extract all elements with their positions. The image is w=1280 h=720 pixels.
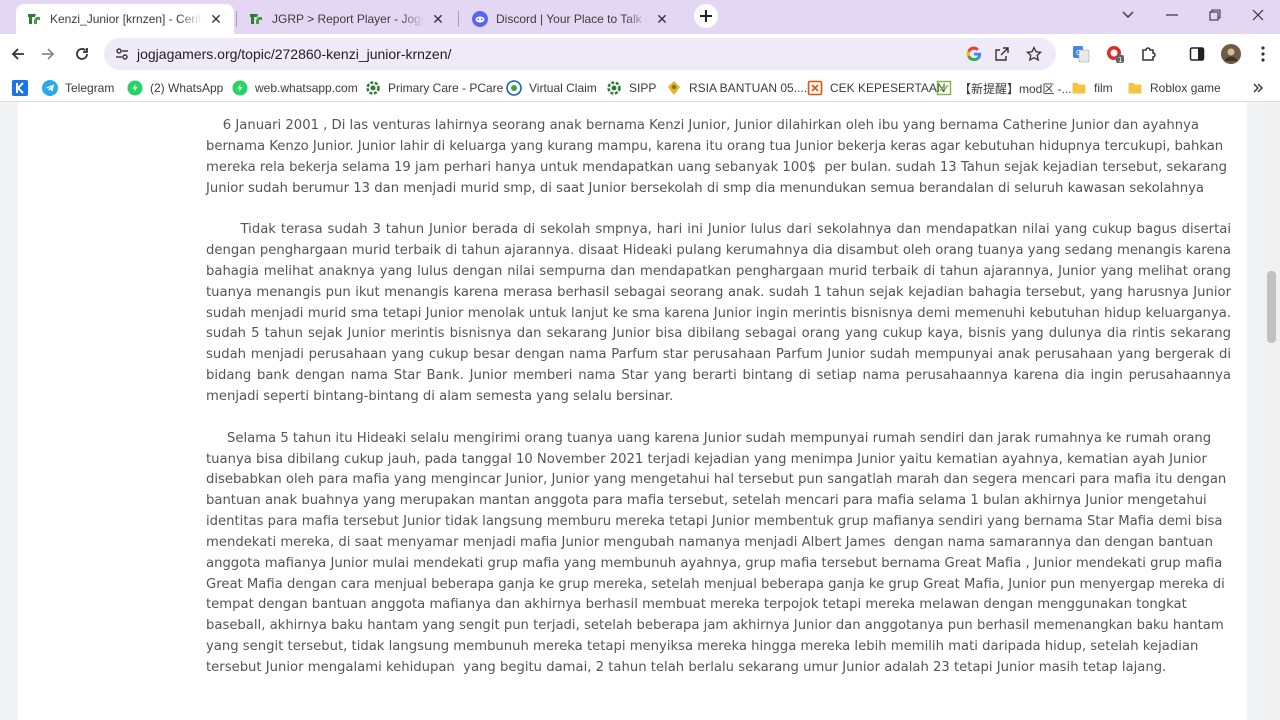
bookmark-virtual-claim[interactable]: Virtual Claim xyxy=(506,79,597,97)
bookmark-label: Virtual Claim xyxy=(529,81,597,95)
tab-jgrp-report[interactable]: JGRP > Report Player - Jogjagamers ✕ xyxy=(238,4,456,34)
bookmark-k[interactable] xyxy=(12,79,35,97)
more-menu-icon[interactable] xyxy=(1252,43,1274,65)
content-panel: 6 Januari 2001 , Di las venturas lahirny… xyxy=(18,102,1247,720)
side-panel-icon[interactable] xyxy=(1186,43,1208,65)
hospital-icon xyxy=(666,80,682,96)
whatsapp-icon xyxy=(127,80,143,96)
gear-icon xyxy=(365,80,381,96)
close-icon[interactable]: ✕ xyxy=(654,11,670,27)
bookmark-label: Telegram xyxy=(65,81,115,95)
google-icon[interactable] xyxy=(964,44,984,64)
story-paragraph: 6 Januari 2001 , Di las venturas lahirny… xyxy=(206,118,1232,196)
forum-icon xyxy=(936,80,952,96)
restore-icon xyxy=(1209,9,1221,21)
tab-separator xyxy=(236,11,237,27)
reload-button[interactable] xyxy=(68,40,96,68)
story-article: 6 Januari 2001 , Di las venturas lahirny… xyxy=(206,116,1231,700)
discord-icon xyxy=(472,11,488,27)
bookmark-label: RSIA BANTUAN 05.... xyxy=(689,81,808,95)
minimize-button[interactable] xyxy=(1150,0,1194,30)
bookmark-whatsapp[interactable]: (2) WhatsApp xyxy=(127,79,223,97)
bookmarks-bar: Telegram (2) WhatsApp web.whatsapp.com P… xyxy=(0,74,1280,102)
svg-text:1: 1 xyxy=(1118,56,1122,64)
bookmark-mod-forum[interactable]: 【新提醒】mod区 -... xyxy=(936,79,1072,97)
bookmark-cek-kepesertaan[interactable]: CEK KEPESERTAAN xyxy=(807,79,946,97)
reload-icon xyxy=(76,48,88,60)
bookmark-label: (2) WhatsApp xyxy=(150,81,224,95)
tab-title: Discord | Your Place to Talk and Hang Ou… xyxy=(496,12,648,26)
bookmarks-overflow-button[interactable] xyxy=(1252,79,1264,97)
tab-title: Kenzi_Junior [krnzen] - Cerita Karangan xyxy=(50,12,202,26)
tab-separator xyxy=(458,11,459,27)
svg-text:G: G xyxy=(1076,49,1081,57)
extension-badge-icon[interactable]: 1 xyxy=(1104,43,1126,65)
tab-title: JGRP > Report Player - Jogjagamers xyxy=(272,12,424,26)
jgrp-icon xyxy=(26,11,42,27)
bookmark-label: CEK KEPESERTAAN xyxy=(830,81,946,95)
bookmark-rsia[interactable]: RSIA BANTUAN 05.... xyxy=(666,79,807,97)
bookmark-label: Primary Care - PCare xyxy=(388,81,504,95)
page-viewport: 6 Januari 2001 , Di las venturas lahirny… xyxy=(0,102,1280,720)
address-bar[interactable]: jogjagamers.org/topic/272860-kenzi_junio… xyxy=(104,38,1056,70)
extensions-puzzle-icon[interactable] xyxy=(1138,43,1160,65)
jgrp-icon xyxy=(248,11,264,27)
box-icon xyxy=(807,80,823,96)
bookmark-web-whatsapp[interactable]: web.whatsapp.com xyxy=(232,79,358,97)
story-paragraph: Selama 5 tahun itu Hideaki selalu mengir… xyxy=(206,430,1231,675)
close-icon[interactable]: ✕ xyxy=(208,11,224,27)
minimize-icon xyxy=(1166,14,1178,16)
bookmark-telegram[interactable]: Telegram xyxy=(42,79,114,97)
bookmark-sipp[interactable]: SIPP xyxy=(606,79,656,97)
story-paragraph: Tidak terasa sudah 3 tahun Junior berada… xyxy=(206,222,1236,404)
url-text: jogjagamers.org/topic/272860-kenzi_junio… xyxy=(137,46,452,62)
close-icon[interactable]: ✕ xyxy=(430,11,446,27)
bookmark-label: web.whatsapp.com xyxy=(255,81,358,95)
arrow-right-icon xyxy=(42,48,55,60)
vertical-scrollbar[interactable] xyxy=(1263,102,1280,720)
close-icon xyxy=(1252,9,1264,21)
close-window-button[interactable] xyxy=(1236,0,1280,30)
plus-icon xyxy=(700,10,712,22)
tab-search-button[interactable] xyxy=(1106,0,1150,30)
tab-discord[interactable]: Discord | Your Place to Talk and Hang Ou… xyxy=(462,4,680,34)
restore-button[interactable] xyxy=(1193,0,1237,30)
translate-icon[interactable]: G xyxy=(1070,43,1092,65)
site-settings-icon[interactable] xyxy=(112,44,132,64)
k-icon xyxy=(12,80,28,96)
share-icon[interactable] xyxy=(992,44,1012,64)
bpjs-icon xyxy=(506,80,522,96)
bookmark-pcare[interactable]: Primary Care - PCare xyxy=(365,79,503,97)
folder-icon xyxy=(1071,80,1087,96)
double-chevron-right-icon xyxy=(1253,83,1263,93)
folder-icon xyxy=(1127,80,1143,96)
new-tab-button[interactable] xyxy=(694,4,718,28)
browser-toolbar: jogjagamers.org/topic/272860-kenzi_junio… xyxy=(0,34,1280,74)
avatar[interactable] xyxy=(1220,43,1242,65)
bookmark-label: 【新提醒】mod区 -... xyxy=(959,81,1072,96)
whatsapp-icon xyxy=(232,80,248,96)
tab-strip: Kenzi_Junior [krnzen] - Cerita Karangan … xyxy=(0,0,1280,34)
telegram-icon xyxy=(42,80,58,96)
bookmark-folder-roblox[interactable]: Roblox game xyxy=(1127,79,1221,97)
bookmark-star-icon[interactable] xyxy=(1024,44,1044,64)
scrollbar-thumb[interactable] xyxy=(1267,271,1276,343)
bookmark-folder-film[interactable]: film xyxy=(1071,79,1113,97)
bookmark-label: film xyxy=(1094,81,1113,95)
chevron-down-icon xyxy=(1122,11,1134,18)
bookmark-label: Roblox game xyxy=(1150,81,1221,95)
gear-icon xyxy=(606,80,622,96)
tab-kenzi-junior[interactable]: Kenzi_Junior [krnzen] - Cerita Karangan … xyxy=(16,4,234,34)
back-button[interactable] xyxy=(4,40,32,68)
forward-button[interactable] xyxy=(34,40,62,68)
arrow-left-icon xyxy=(11,48,24,60)
bookmark-label: SIPP xyxy=(629,81,657,95)
